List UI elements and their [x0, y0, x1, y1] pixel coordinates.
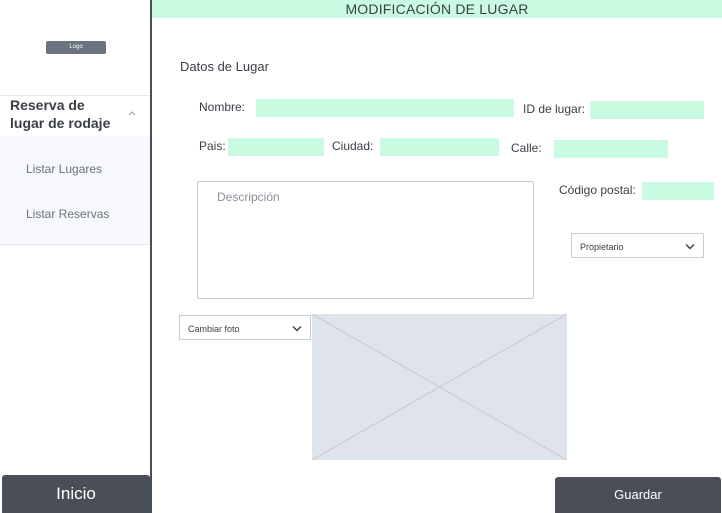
- codigo-postal-label: Código postal:: [559, 183, 636, 197]
- pais-label: Pais:: [199, 139, 226, 153]
- descripcion-placeholder: Descripción: [217, 190, 280, 204]
- form-section-label: Datos de Lugar: [180, 59, 269, 74]
- nombre-input[interactable]: [256, 99, 514, 117]
- sidebar: [0, 0, 150, 513]
- pais-input[interactable]: [228, 138, 324, 156]
- cambiar-foto-select-value: Cambiar foto: [188, 324, 240, 334]
- ciudad-label: Ciudad:: [332, 139, 374, 153]
- sidebar-submenu: [0, 136, 150, 245]
- codigo-postal-input[interactable]: [642, 182, 714, 200]
- save-button[interactable]: Guardar: [555, 477, 721, 513]
- nombre-label: Nombre:: [199, 100, 246, 114]
- page-title: MODIFICACIÓN DE LUGAR: [345, 1, 529, 17]
- calle-label: Calle:: [511, 141, 542, 155]
- image-placeholder: [312, 314, 567, 460]
- propietario-select[interactable]: Propietario: [571, 233, 704, 258]
- chevron-up-icon[interactable]: [128, 110, 136, 116]
- propietario-select-value: Propietario: [580, 242, 624, 252]
- sidebar-divider: [150, 0, 152, 513]
- cambiar-foto-select[interactable]: Cambiar foto: [179, 315, 311, 340]
- id-lugar-input[interactable]: [590, 101, 704, 119]
- sidebar-item-listar-reservas[interactable]: Listar Reservas: [26, 207, 109, 221]
- home-button[interactable]: Inicio: [2, 475, 150, 513]
- logo: Logo: [46, 41, 106, 54]
- ciudad-input[interactable]: [380, 138, 499, 156]
- sidebar-item-listar-lugares[interactable]: Listar Lugares: [26, 162, 102, 176]
- chevron-down-icon: [685, 244, 695, 250]
- sidebar-section-title[interactable]: Reserva de lugar de rodaje: [10, 96, 122, 132]
- calle-input[interactable]: [554, 140, 668, 158]
- chevron-down-icon: [292, 326, 302, 332]
- id-lugar-label: ID de lugar:: [523, 102, 586, 116]
